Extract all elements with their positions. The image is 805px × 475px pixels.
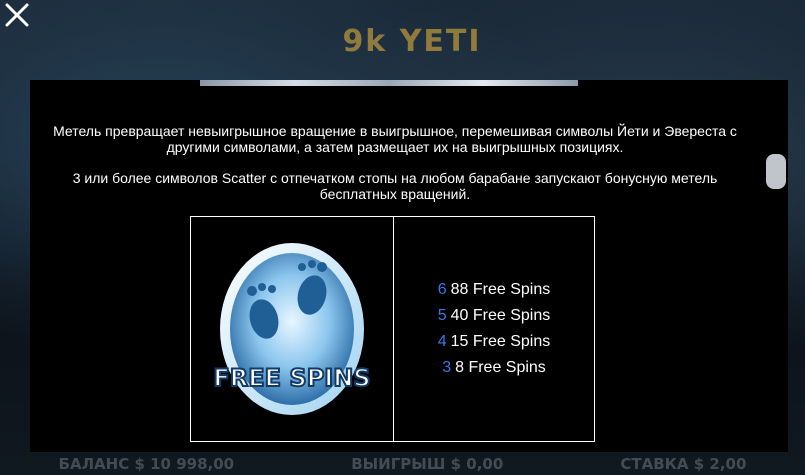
rules-scrollbar[interactable]: [764, 80, 788, 452]
scatter-description: 3 или более символов Scatter с отпечатко…: [72, 170, 718, 202]
rules-panel: Метель превращает невыигрышное вращение …: [30, 80, 788, 452]
rules-content: Метель превращает невыигрышное вращение …: [30, 80, 760, 452]
bet-readout: СТАВКА $ 2,00: [620, 454, 747, 473]
scatter-paytable: FREE SPINS 6 88 Free Spins 5 40 Free Spins…: [190, 216, 595, 442]
payout-row: 6 88 Free Spins: [437, 281, 551, 298]
close-button[interactable]: [2, 0, 32, 30]
previous-image-edge: [200, 80, 578, 86]
payout-row: 38 Free Spins: [442, 359, 546, 376]
payout-row: 4 15 Free Spins: [437, 333, 551, 350]
blizzard-description: Метель превращает невыигрышное вращение …: [53, 123, 737, 155]
win-readout: ВЫИГРЫШ $ 0,00: [351, 454, 504, 473]
payout-row: 5 40 Free Spins: [437, 307, 551, 324]
scrollbar-thumb[interactable]: [766, 154, 786, 189]
balance-readout: БАЛАНС $ 10 998,00: [58, 454, 235, 473]
scatter-symbol-cell: FREE SPINS: [191, 217, 394, 441]
game-logo: 9k YETI: [342, 24, 482, 59]
free-spins-scatter-symbol: FREE SPINS: [212, 243, 372, 415]
payout-list: 6 88 Free Spins 5 40 Free Spins 4 15 Free S…: [394, 217, 594, 441]
free-spins-symbol-text: FREE SPINS: [213, 364, 370, 392]
game-footer: БАЛАНС $ 10 998,00 ВЫИГРЫШ $ 0,00 СТАВКА…: [0, 452, 805, 475]
close-icon: [5, 3, 29, 27]
